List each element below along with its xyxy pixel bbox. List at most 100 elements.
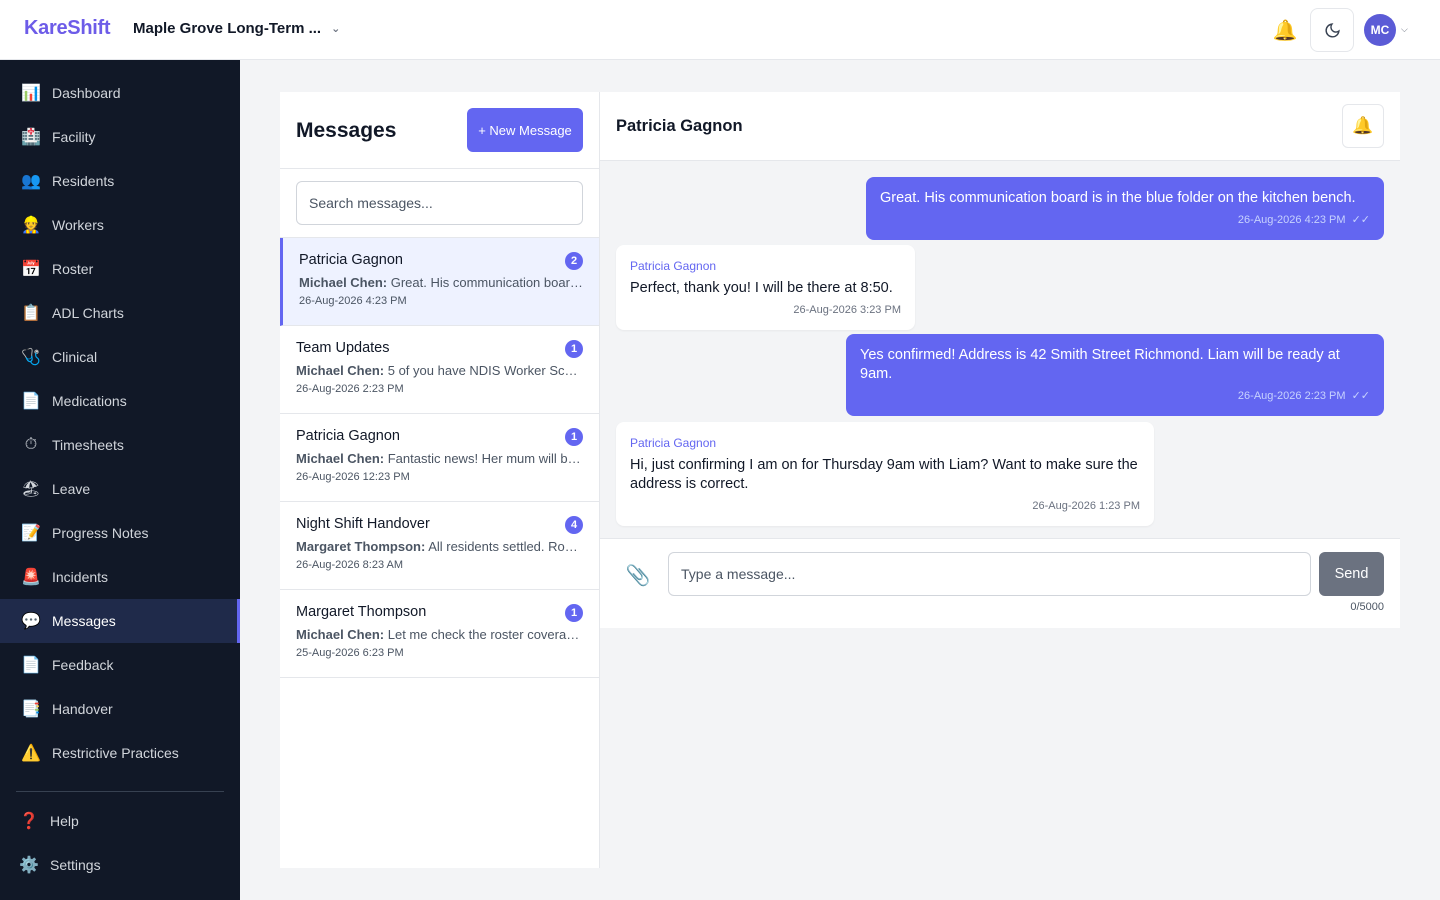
search-wrapper bbox=[280, 169, 599, 238]
sidebar-item-label: ADL Charts bbox=[52, 305, 124, 321]
sidebar-item-label: Facility bbox=[52, 129, 96, 145]
sidebar-item-facility[interactable]: 🏥 Facility bbox=[0, 115, 240, 159]
message-bubble-incoming: Patricia Gagnon Hi, just confirming I am… bbox=[616, 422, 1154, 526]
unread-badge: 1 bbox=[565, 604, 583, 622]
chat-messages-area[interactable]: Great. His communication board is in the… bbox=[600, 161, 1400, 538]
handover-icon: 📑 bbox=[21, 701, 41, 718]
sidebar-item-adl-charts[interactable]: 📋 ADL Charts bbox=[0, 291, 240, 335]
sidebar-item-label: Residents bbox=[52, 173, 115, 189]
message-input[interactable] bbox=[668, 552, 1311, 596]
sidebar-item-incidents[interactable]: 🚨 Incidents bbox=[0, 555, 240, 599]
message-text: Yes confirmed! Address is 42 Smith Stree… bbox=[860, 347, 1340, 382]
sidebar-item-clinical[interactable]: 🩺 Clinical bbox=[0, 335, 240, 379]
avatar-chevron-down-icon[interactable]: ⌵ bbox=[1401, 24, 1408, 35]
message-sender: Patricia Gagnon bbox=[630, 259, 717, 273]
preview-text: Let me check the roster coverage for nex… bbox=[387, 627, 581, 642]
conversation-time: 25-Aug-2026 6:23 PM bbox=[296, 647, 404, 659]
conversation-preview: Michael Chen: Fantastic news! Her mum wi… bbox=[296, 451, 581, 466]
sidebar-nav: 📊 Dashboard 🏥 Facility 👥 Residents 👷 Workers 📅 Ro… bbox=[0, 71, 240, 775]
facility-name: Maple Grove Long-Term ... bbox=[133, 20, 322, 37]
preview-text: 5 of you have NDIS Worker Screening chec… bbox=[387, 363, 581, 378]
leave-icon: 🏖 bbox=[20, 481, 42, 498]
chat-notifications-bell-icon[interactable]: 🔔 bbox=[1342, 104, 1384, 148]
notifications-bell-icon[interactable]: 🔔 bbox=[1271, 16, 1299, 44]
conversation-time: 26-Aug-2026 2:23 PM bbox=[296, 383, 404, 395]
sidebar-item-label: Incidents bbox=[52, 569, 109, 585]
message-text: Hi, just confirming I am on for Thursday… bbox=[630, 457, 1138, 492]
sidebar-item-workers[interactable]: 👷 Workers bbox=[0, 203, 240, 247]
sidebar-item-label: Help bbox=[50, 813, 79, 829]
sidebar-item-residents[interactable]: 👥 Residents bbox=[0, 159, 240, 203]
conversation-item[interactable]: Patricia Gagnon 1 Michael Chen: Fantastic … bbox=[280, 414, 599, 502]
restrictive-practices-icon: ⚠️ bbox=[21, 745, 41, 762]
read-receipt-icon: ✓✓ bbox=[1351, 390, 1370, 402]
preview-text: All residents settled. Room 4 had a rest… bbox=[428, 539, 581, 554]
sidebar-item-restrictive-practices[interactable]: ⚠️ Restrictive Practices bbox=[0, 731, 240, 775]
conversation-item[interactable]: Team Updates 1 Michael Chen: 5 of you have… bbox=[280, 326, 599, 414]
message-text: Perfect, thank you! I will be there at 8… bbox=[630, 280, 893, 296]
medications-icon: 📄 bbox=[21, 393, 41, 410]
adl-charts-icon: 📋 bbox=[21, 305, 41, 322]
message-text: Great. His communication board is in the… bbox=[880, 190, 1356, 206]
message-bubble-outgoing: Yes confirmed! Address is 42 Smith Stree… bbox=[846, 334, 1384, 416]
user-avatar[interactable]: MC bbox=[1364, 14, 1396, 46]
preview-text: Great. His communication board is in the… bbox=[390, 275, 584, 290]
message-composer: 📎 Send 0/5000 bbox=[600, 538, 1400, 628]
preview-sender: Michael Chen: bbox=[299, 275, 388, 290]
conversation-name: Margaret Thompson bbox=[296, 604, 427, 620]
paperclip-icon[interactable]: 📎 bbox=[624, 561, 652, 589]
conversation-time: 26-Aug-2026 8:23 AM bbox=[296, 559, 404, 571]
sidebar-item-feedback[interactable]: 📄 Feedback bbox=[0, 643, 240, 687]
sidebar-item-messages[interactable]: 💬 Messages bbox=[0, 599, 240, 643]
conversation-name: Night Shift Handover bbox=[296, 516, 430, 532]
conversation-preview: Margaret Thompson: All residents settled… bbox=[296, 539, 581, 554]
preview-sender: Michael Chen: bbox=[296, 627, 385, 642]
search-messages-input[interactable] bbox=[296, 181, 583, 225]
message-time: 26-Aug-2026 4:23 PM ✓✓ bbox=[1237, 214, 1370, 226]
character-counter: 0/5000 bbox=[1350, 601, 1384, 613]
conversation-preview: Michael Chen: 5 of you have NDIS Worker … bbox=[296, 363, 581, 378]
preview-sender: Michael Chen: bbox=[296, 451, 385, 466]
conversation-preview: Michael Chen: Great. His communication b… bbox=[299, 275, 584, 290]
send-button[interactable]: Send bbox=[1319, 552, 1384, 596]
conversation-time: 26-Aug-2026 12:23 PM bbox=[296, 471, 410, 483]
sidebar-item-label: Settings bbox=[50, 857, 101, 873]
help-icon: ❓ bbox=[19, 813, 39, 830]
sidebar-item-medications[interactable]: 📄 Medications bbox=[0, 379, 240, 423]
sidebar-item-dashboard[interactable]: 📊 Dashboard bbox=[0, 71, 240, 115]
facility-selector[interactable]: Maple Grove Long-Term ... ⌄ bbox=[133, 20, 340, 37]
dashboard-icon: 📊 bbox=[21, 85, 41, 102]
sidebar-item-help[interactable]: ❓ Help bbox=[0, 799, 240, 843]
sidebar-item-timesheets[interactable]: ⏱ Timesheets bbox=[0, 423, 240, 467]
preview-text: Fantastic news! Her mum will be so happy… bbox=[387, 451, 581, 466]
message-sender: Patricia Gagnon bbox=[630, 436, 717, 450]
conversation-time: 26-Aug-2026 4:23 PM bbox=[299, 295, 407, 307]
timesheets-icon: ⏱ bbox=[24, 436, 38, 453]
messages-list-header: Messages + New Message bbox=[280, 92, 599, 169]
clinical-icon: 🩺 bbox=[21, 349, 41, 366]
message-bubble-outgoing: Great. His communication board is in the… bbox=[866, 177, 1384, 240]
sidebar-item-roster[interactable]: 📅 Roster bbox=[0, 247, 240, 291]
sidebar-item-handover[interactable]: 📑 Handover bbox=[0, 687, 240, 731]
read-receipt-icon: ✓✓ bbox=[1351, 214, 1370, 226]
unread-badge: 2 bbox=[565, 252, 583, 270]
sidebar-item-label: Roster bbox=[52, 261, 94, 277]
conversation-item[interactable]: Night Shift Handover 4 Margaret Thompson: … bbox=[280, 502, 599, 590]
sidebar: 📊 Dashboard 🏥 Facility 👥 Residents 👷 Workers 📅 Ro… bbox=[0, 60, 240, 900]
theme-toggle-button[interactable] bbox=[1310, 8, 1354, 52]
brand-logo[interactable]: KareShift bbox=[24, 17, 111, 40]
sidebar-item-label: Feedback bbox=[52, 657, 114, 673]
residents-icon: 👥 bbox=[21, 173, 41, 190]
unread-badge: 1 bbox=[565, 340, 583, 358]
chat-header: Patricia Gagnon 🔔 bbox=[600, 92, 1400, 161]
sidebar-item-label: Clinical bbox=[52, 349, 98, 365]
sidebar-divider bbox=[16, 791, 224, 792]
conversation-name: Patricia Gagnon bbox=[296, 428, 400, 444]
sidebar-item-settings[interactable]: ⚙️ Settings bbox=[0, 843, 240, 887]
conversation-item[interactable]: Margaret Thompson 1 Michael Chen: Let me c… bbox=[280, 590, 599, 678]
sidebar-item-progress-notes[interactable]: 📝 Progress Notes bbox=[0, 511, 240, 555]
conversation-item[interactable]: Patricia Gagnon 2 Michael Chen: Great. His… bbox=[280, 238, 599, 326]
sidebar-item-leave[interactable]: 🏖 Leave bbox=[0, 467, 240, 511]
new-message-button[interactable]: + New Message bbox=[467, 108, 583, 152]
conversation-name: Team Updates bbox=[296, 340, 390, 356]
